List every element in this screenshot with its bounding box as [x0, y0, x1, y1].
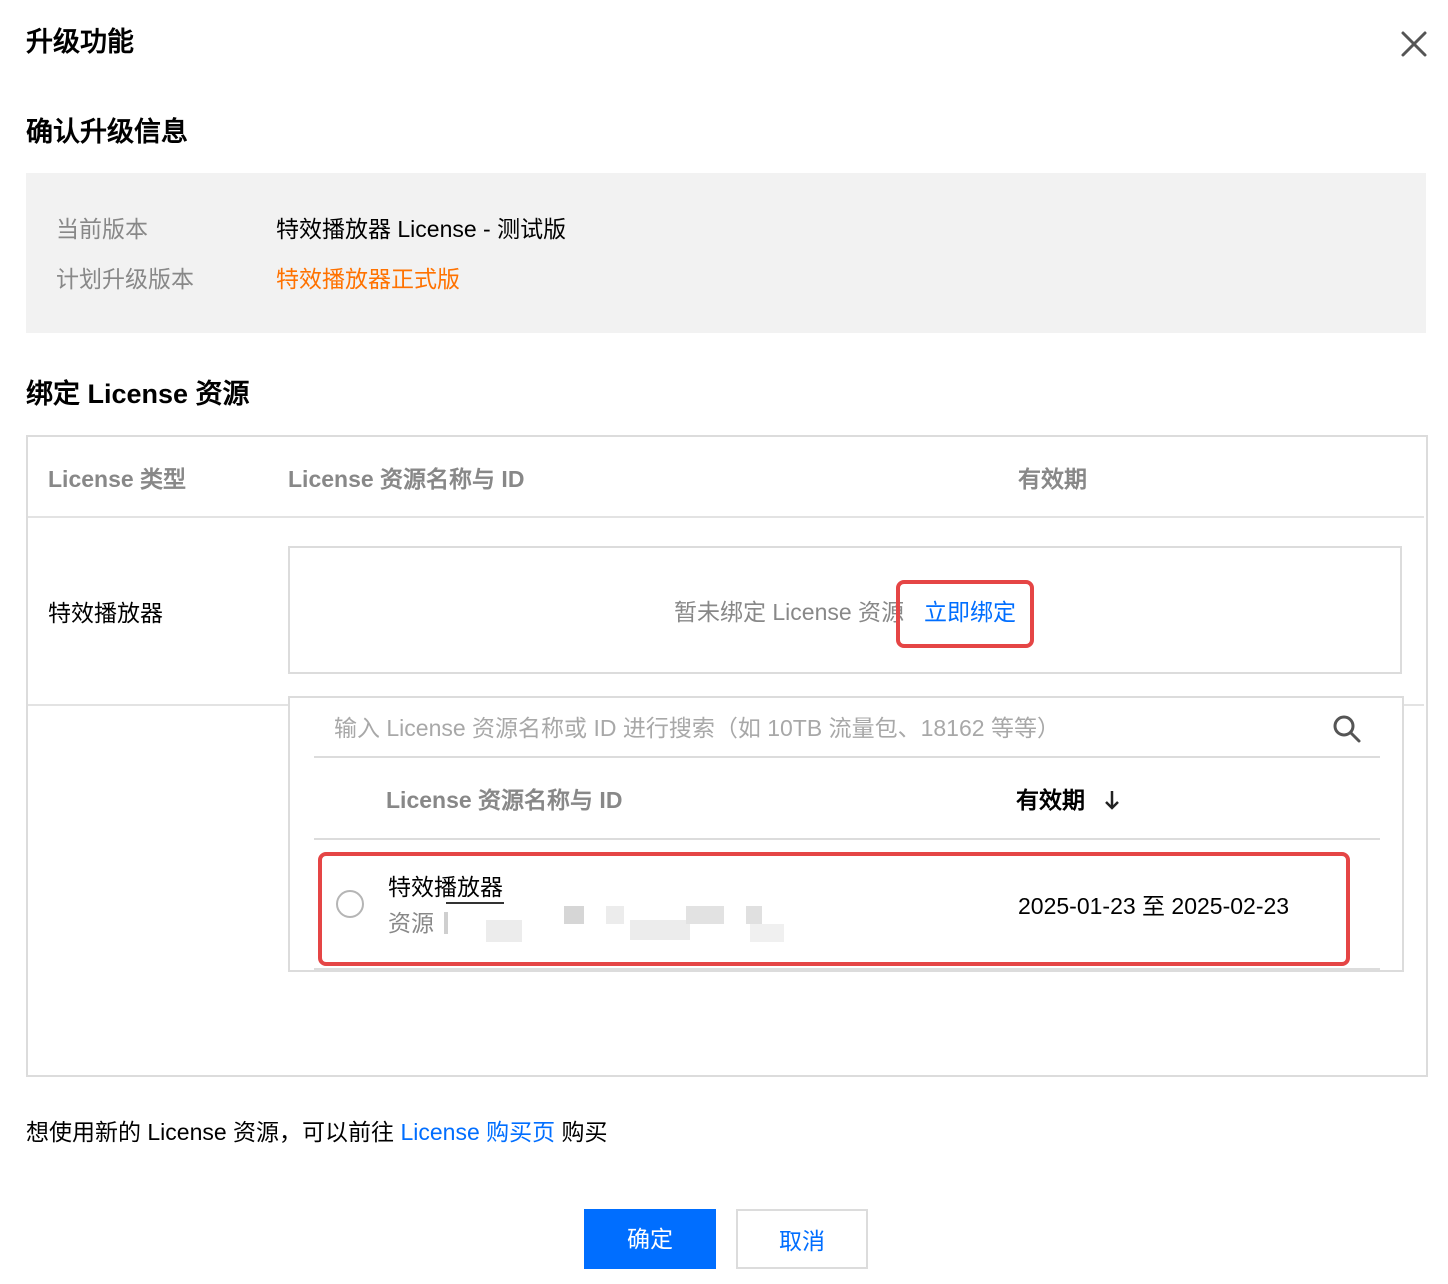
purchase-page-link[interactable]: License 购买页	[400, 1119, 555, 1145]
current-version-value: 特效播放器 License - 测试版	[276, 216, 567, 242]
license-row-highlight	[318, 852, 1350, 966]
dropdown-column-name-id: License 资源名称与 ID	[386, 787, 623, 813]
row-divider-right	[1402, 704, 1424, 706]
search-icon[interactable]	[1332, 714, 1362, 744]
bind-now-highlight	[896, 580, 1034, 648]
dialog-title: 升级功能	[26, 27, 134, 57]
header-divider	[28, 516, 1424, 518]
current-version-label: 当前版本	[56, 216, 148, 242]
footer-note: 想使用新的 License 资源，可以前往 License 购买页 购买	[26, 1116, 608, 1148]
column-license-type: License 类型	[48, 466, 187, 492]
planned-version-value: 特效播放器正式版	[276, 266, 460, 292]
bind-section-title: 绑定 License 资源	[26, 379, 250, 409]
confirm-section-title: 确认升级信息	[26, 117, 188, 147]
dropdown-header-divider	[314, 838, 1380, 840]
cancel-button[interactable]: 取消	[736, 1209, 868, 1269]
search-input[interactable]: 输入 License 资源名称或 ID 进行搜索（如 10TB 流量包、1816…	[334, 712, 1060, 744]
search-underline	[314, 756, 1380, 758]
footer-note-suffix: 购买	[561, 1119, 608, 1145]
footer-note-prefix: 想使用新的 License 资源，可以前往	[26, 1119, 395, 1145]
planned-version-label: 计划升级版本	[56, 266, 194, 292]
arrow-down-icon[interactable]	[1102, 788, 1122, 812]
dropdown-column-validity[interactable]: 有效期	[1016, 784, 1085, 816]
empty-binding-text: 暂未绑定 License 资	[674, 599, 882, 625]
upgrade-info-panel: 当前版本 特效播放器 License - 测试版 计划升级版本 特效播放器正式版	[26, 173, 1426, 333]
column-license-name-id: License 资源名称与 ID	[288, 466, 525, 492]
empty-binding-box: 暂未绑定 License 资源 立即绑定	[288, 546, 1402, 674]
column-validity: 有效期	[1018, 466, 1087, 492]
row-divider-left	[28, 704, 290, 706]
license-type-cell: 特效播放器	[48, 600, 163, 626]
close-icon[interactable]	[1398, 28, 1430, 60]
dropdown-row-divider	[314, 968, 1380, 970]
confirm-button[interactable]: 确定	[584, 1209, 716, 1269]
